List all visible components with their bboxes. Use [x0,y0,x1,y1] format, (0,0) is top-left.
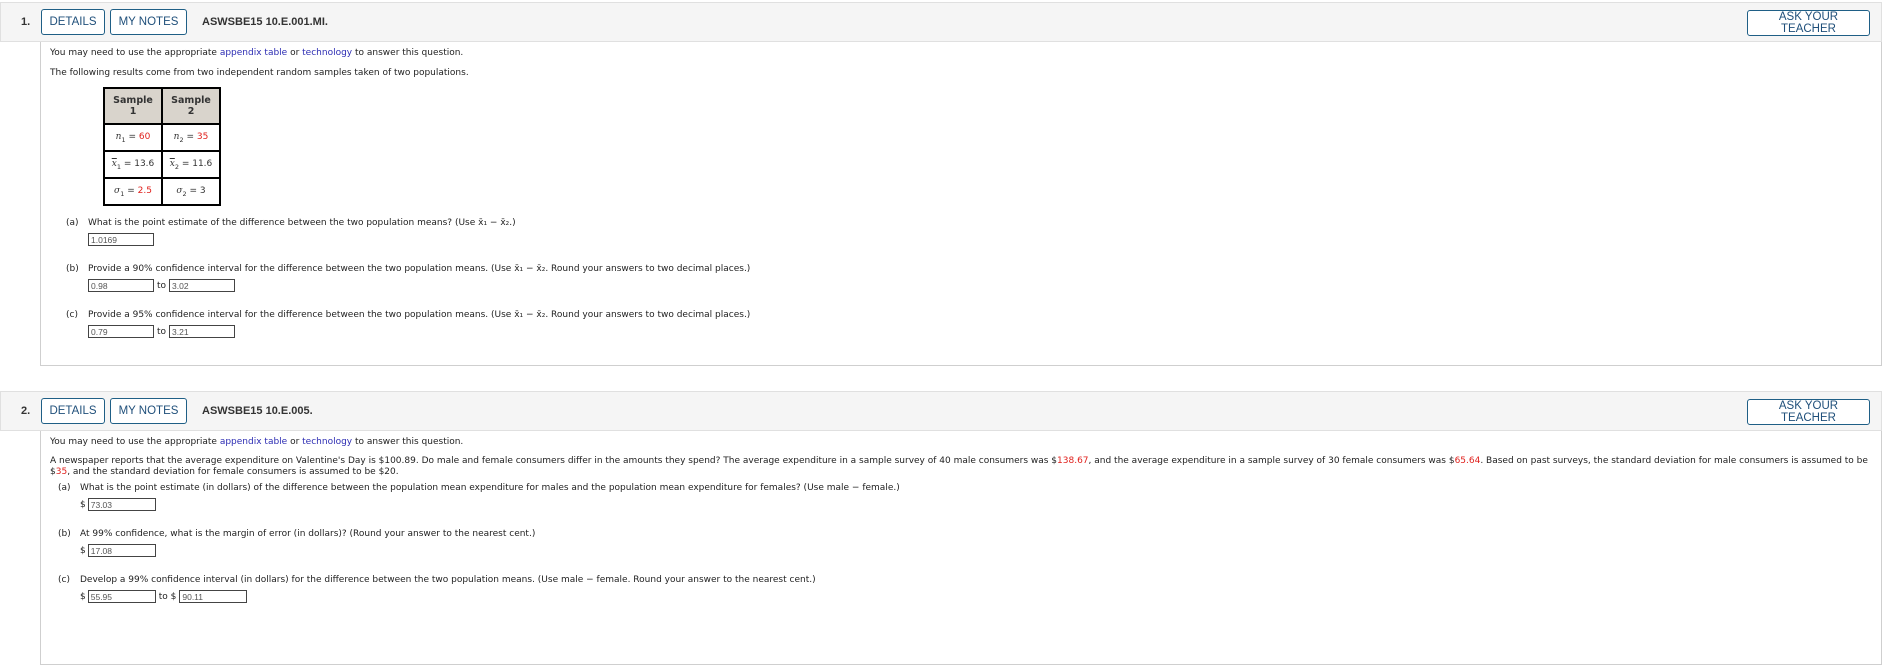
question-body: You may need to use the appropriate appe… [40,42,1882,366]
question-id: ASWSBE15 10.E.001.MI. [202,16,328,28]
upper-bound-input[interactable] [169,325,236,338]
currency-symbol: $ [80,591,86,602]
n2-value: 35 [196,131,209,142]
intro-text: You may need to use the appropriate appe… [50,47,1881,60]
answer-input[interactable] [88,233,154,246]
cell-xbar2: x2 = 11.6 [161,150,221,179]
part-text: At 99% confidence, what is the margin of… [80,529,536,539]
part-label: (c) [58,575,70,585]
cell-sigma2: σ2 = 3 [161,177,221,206]
part-label: (a) [66,218,79,228]
upper-bound-input[interactable] [179,590,248,603]
question-id: ASWSBE15 10.E.005. [202,405,313,417]
technology-link[interactable]: technology [302,48,352,58]
to-label: to [157,326,167,337]
technology-link[interactable]: technology [302,437,352,447]
ask-your-teacher-button[interactable]: ASK YOUR TEACHER [1747,10,1870,36]
samples-table: Sample 1 Sample 2 n1 = 60 n2 = 35 x1 = 1… [103,87,221,206]
part-label: (b) [66,264,79,274]
question-2: 2. DETAILS MY NOTES ASWSBE15 10.E.005. A… [0,391,1882,665]
appendix-table-link[interactable]: appendix table [220,437,287,447]
to-label: to [157,280,167,291]
question-body: You may need to use the appropriate appe… [40,431,1882,665]
part-text: Provide a 90% confidence interval for th… [88,264,751,274]
lower-bound-input[interactable] [88,325,154,338]
intro-mid: or [287,48,303,58]
intro-suffix: to answer this question. [352,437,464,447]
problem-statement: The following results come from two inde… [50,68,469,78]
lower-bound-input[interactable] [87,590,156,603]
part-text: What is the point estimate (in dollars) … [80,483,900,493]
to-label: to $ [158,591,177,602]
part-label: (b) [58,529,71,539]
intro-text: You may need to use the appropriate appe… [50,436,1881,449]
intro-suffix: to answer this question. [352,48,464,58]
details-button[interactable]: DETAILS [41,9,105,35]
currency-symbol: $ [80,545,86,556]
cell-xbar1: x1 = 13.6 [103,150,163,179]
upper-bound-input[interactable] [169,279,236,292]
part-c: (c) Develop a 99% confidence interval (in… [58,575,1881,603]
xbar2-value: 11.6 [192,158,213,169]
ask-your-teacher-button[interactable]: ASK YOUR TEACHER [1747,399,1870,425]
part-label: (c) [66,310,78,320]
answer-input[interactable] [87,498,156,511]
currency-symbol: $ [80,499,86,510]
male-mean-value: 138.67 [1057,456,1089,466]
question-header: 2. DETAILS MY NOTES ASWSBE15 10.E.005. A… [0,391,1882,431]
intro-prefix: You may need to use the appropriate [50,48,220,58]
sigma1-value: 2.5 [137,185,152,196]
header-sample-1: Sample 1 [103,87,163,125]
n1-value: 60 [138,131,151,142]
question-header: 1. DETAILS MY NOTES ASWSBE15 10.E.001.MI… [0,2,1882,42]
question-1: 1. DETAILS MY NOTES ASWSBE15 10.E.001.MI… [0,2,1882,366]
my-notes-button[interactable]: MY NOTES [110,9,187,35]
details-button[interactable]: DETAILS [41,398,105,424]
table-row-xbar: x1 = 13.6 x2 = 11.6 [103,150,221,179]
intro-prefix: You may need to use the appropriate [50,437,220,447]
part-c: (c) Provide a 95% confidence interval for… [66,310,1881,338]
cell-sigma1: σ1 = 2.5 [103,177,163,206]
cell-n1: n1 = 60 [103,123,163,152]
xbar1-value: 13.6 [134,158,155,169]
part-label: (a) [58,483,71,493]
header-sample-2: Sample 2 [161,87,221,125]
table-row-sigma: σ1 = 2.5 σ2 = 3 [103,177,221,206]
male-sd-value: 35 [55,467,68,477]
problem-statement: A newspaper reports that the average exp… [50,456,1868,477]
sigma2-value: 3 [199,185,206,196]
table-row-n: n1 = 60 n2 = 35 [103,123,221,152]
part-text: Provide a 95% confidence interval for th… [88,310,751,320]
answer-input[interactable] [87,544,156,557]
my-notes-button[interactable]: MY NOTES [110,398,187,424]
intro-mid: or [287,437,303,447]
female-mean-value: 65.64 [1454,456,1481,466]
lower-bound-input[interactable] [88,279,154,292]
part-b: (b) Provide a 90% confidence interval for… [66,264,1881,292]
part-text: Develop a 99% confidence interval (in do… [80,575,816,585]
question-number: 2. [21,405,31,417]
part-text: What is the point estimate of the differ… [88,218,516,228]
part-b: (b) At 99% confidence, what is the margin… [58,529,1881,557]
part-a: (a) What is the point estimate of the dif… [66,218,1881,246]
table-header-row: Sample 1 Sample 2 [103,87,221,125]
cell-n2: n2 = 35 [161,123,221,152]
question-number: 1. [21,16,31,28]
part-a: (a) What is the point estimate (in dollar… [58,483,1881,511]
appendix-table-link[interactable]: appendix table [220,48,287,58]
